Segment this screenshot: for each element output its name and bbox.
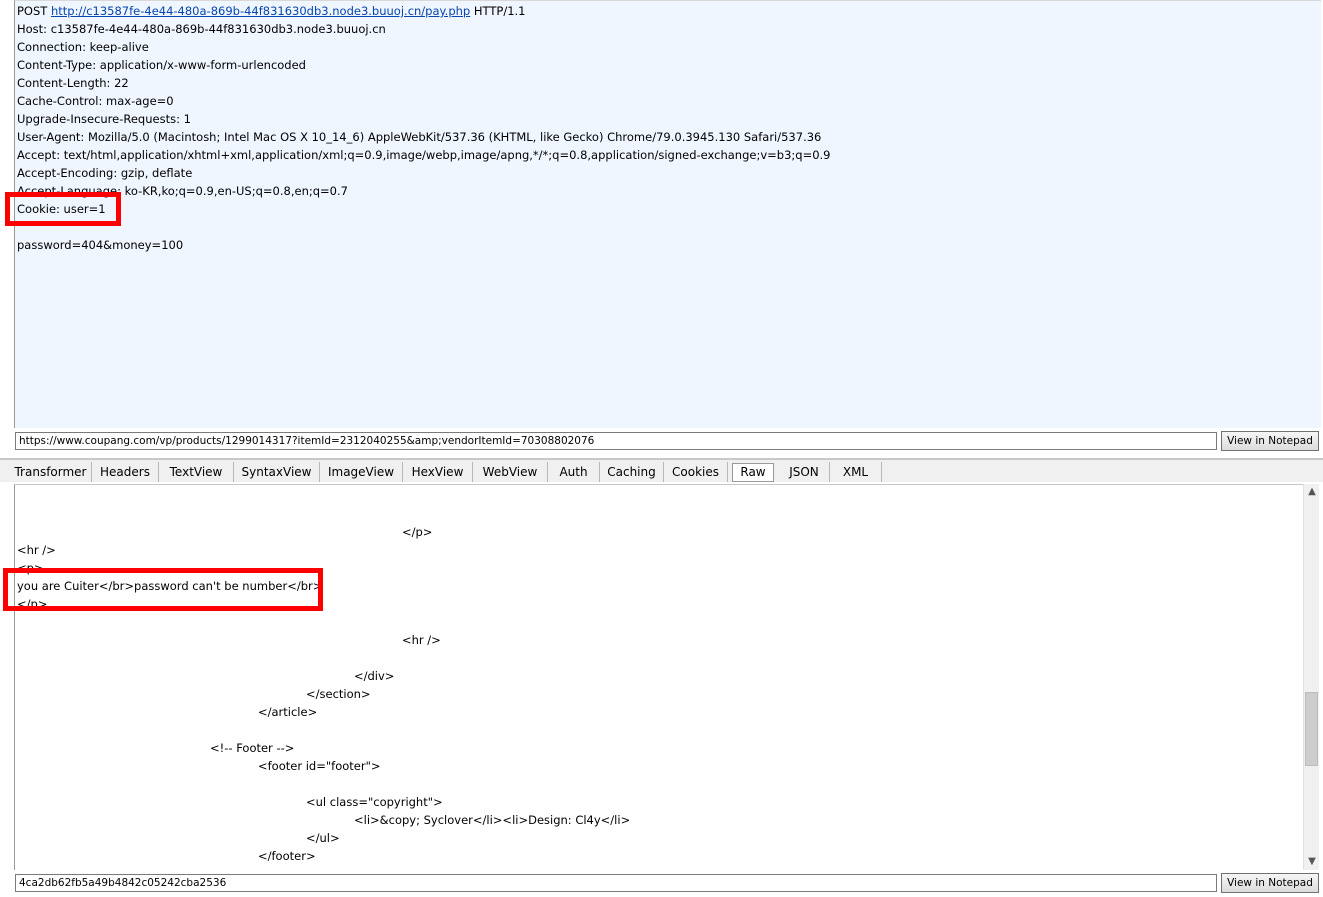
tab-raw[interactable]: Raw — [732, 463, 774, 482]
request-url-link[interactable]: http://c13587fe-4e44-480a-869b-44f831630… — [51, 4, 470, 18]
response-line: <hr /> — [17, 543, 56, 557]
response-line: </article> — [258, 705, 318, 719]
request-header: Connection: keep-alive — [17, 40, 149, 54]
response-line: <li>&copy; Syclover</li><li>Design: Cl4y… — [354, 813, 631, 827]
request-header: User-Agent: Mozilla/5.0 (Macintosh; Inte… — [17, 130, 822, 144]
response-line: </div> — [354, 669, 395, 683]
response-line: <hr /> — [402, 633, 441, 647]
request-address-bar[interactable]: https://www.coupang.com/vp/products/1299… — [15, 432, 1217, 450]
request-header: Content-Length: 22 — [17, 76, 129, 90]
tab-json[interactable]: JSON — [779, 462, 830, 482]
tab-caching[interactable]: Caching — [600, 462, 664, 482]
response-line: <!-- Footer --> — [210, 741, 295, 755]
request-header: Cache-Control: max-age=0 — [17, 94, 174, 108]
tab-headers[interactable]: Headers — [92, 462, 159, 482]
request-header: Accept-Encoding: gzip, deflate — [17, 166, 193, 180]
response-line: </p> — [402, 525, 433, 539]
scrollbar-thumb[interactable] — [1305, 692, 1318, 766]
tab-xml[interactable]: XML — [830, 462, 882, 482]
highlight-cookie-box — [5, 192, 121, 226]
response-line: </ul> — [306, 831, 340, 845]
response-line: <footer id="footer"> — [258, 759, 381, 773]
tab-hexview[interactable]: HexView — [403, 462, 473, 482]
chevron-up-icon[interactable]: ▲ — [1304, 484, 1320, 500]
request-raw-pane[interactable]: POST http://c13587fe-4e44-480a-869b-44f8… — [14, 0, 1321, 428]
tab-imageview[interactable]: ImageView — [320, 462, 403, 482]
response-address-bar[interactable]: 4ca2db62fb5a49b4842c05242cba2536 — [15, 874, 1217, 892]
request-protocol: HTTP/1.1 — [473, 4, 526, 18]
request-header: Content-Type: application/x-www-form-url… — [17, 58, 306, 72]
highlight-response-box — [3, 568, 323, 611]
request-body: password=404&money=100 — [17, 238, 184, 252]
response-line: </section> — [306, 687, 371, 701]
tab-textview[interactable]: TextView — [159, 462, 234, 482]
response-raw-pane[interactable]: </p> <hr /> <p> you are Cuiter</br>passw… — [14, 484, 1304, 870]
request-method: POST — [17, 4, 48, 18]
response-line: </footer> — [258, 849, 316, 863]
tab-auth[interactable]: Auth — [548, 462, 600, 482]
view-in-notepad-button[interactable]: View in Notepad — [1221, 431, 1319, 451]
tab-transformer[interactable]: Transformer — [10, 462, 92, 482]
response-tab-bar: Transformer Headers TextView SyntaxView … — [0, 458, 1323, 482]
tab-cookies[interactable]: Cookies — [664, 462, 728, 482]
tab-webview[interactable]: WebView — [473, 462, 548, 482]
chevron-down-icon[interactable]: ▼ — [1304, 854, 1320, 870]
request-header: Accept: text/html,application/xhtml+xml,… — [17, 148, 831, 162]
request-header: Host: c13587fe-4e44-480a-869b-44f831630d… — [17, 22, 386, 36]
tab-syntaxview[interactable]: SyntaxView — [234, 462, 320, 482]
request-header: Upgrade-Insecure-Requests: 1 — [17, 112, 191, 126]
view-in-notepad-button[interactable]: View in Notepad — [1221, 873, 1319, 893]
response-line: <ul class="copyright"> — [306, 795, 443, 809]
request-line: POST http://c13587fe-4e44-480a-869b-44f8… — [17, 2, 525, 20]
response-scrollbar[interactable]: ▲ ▼ — [1303, 484, 1319, 870]
